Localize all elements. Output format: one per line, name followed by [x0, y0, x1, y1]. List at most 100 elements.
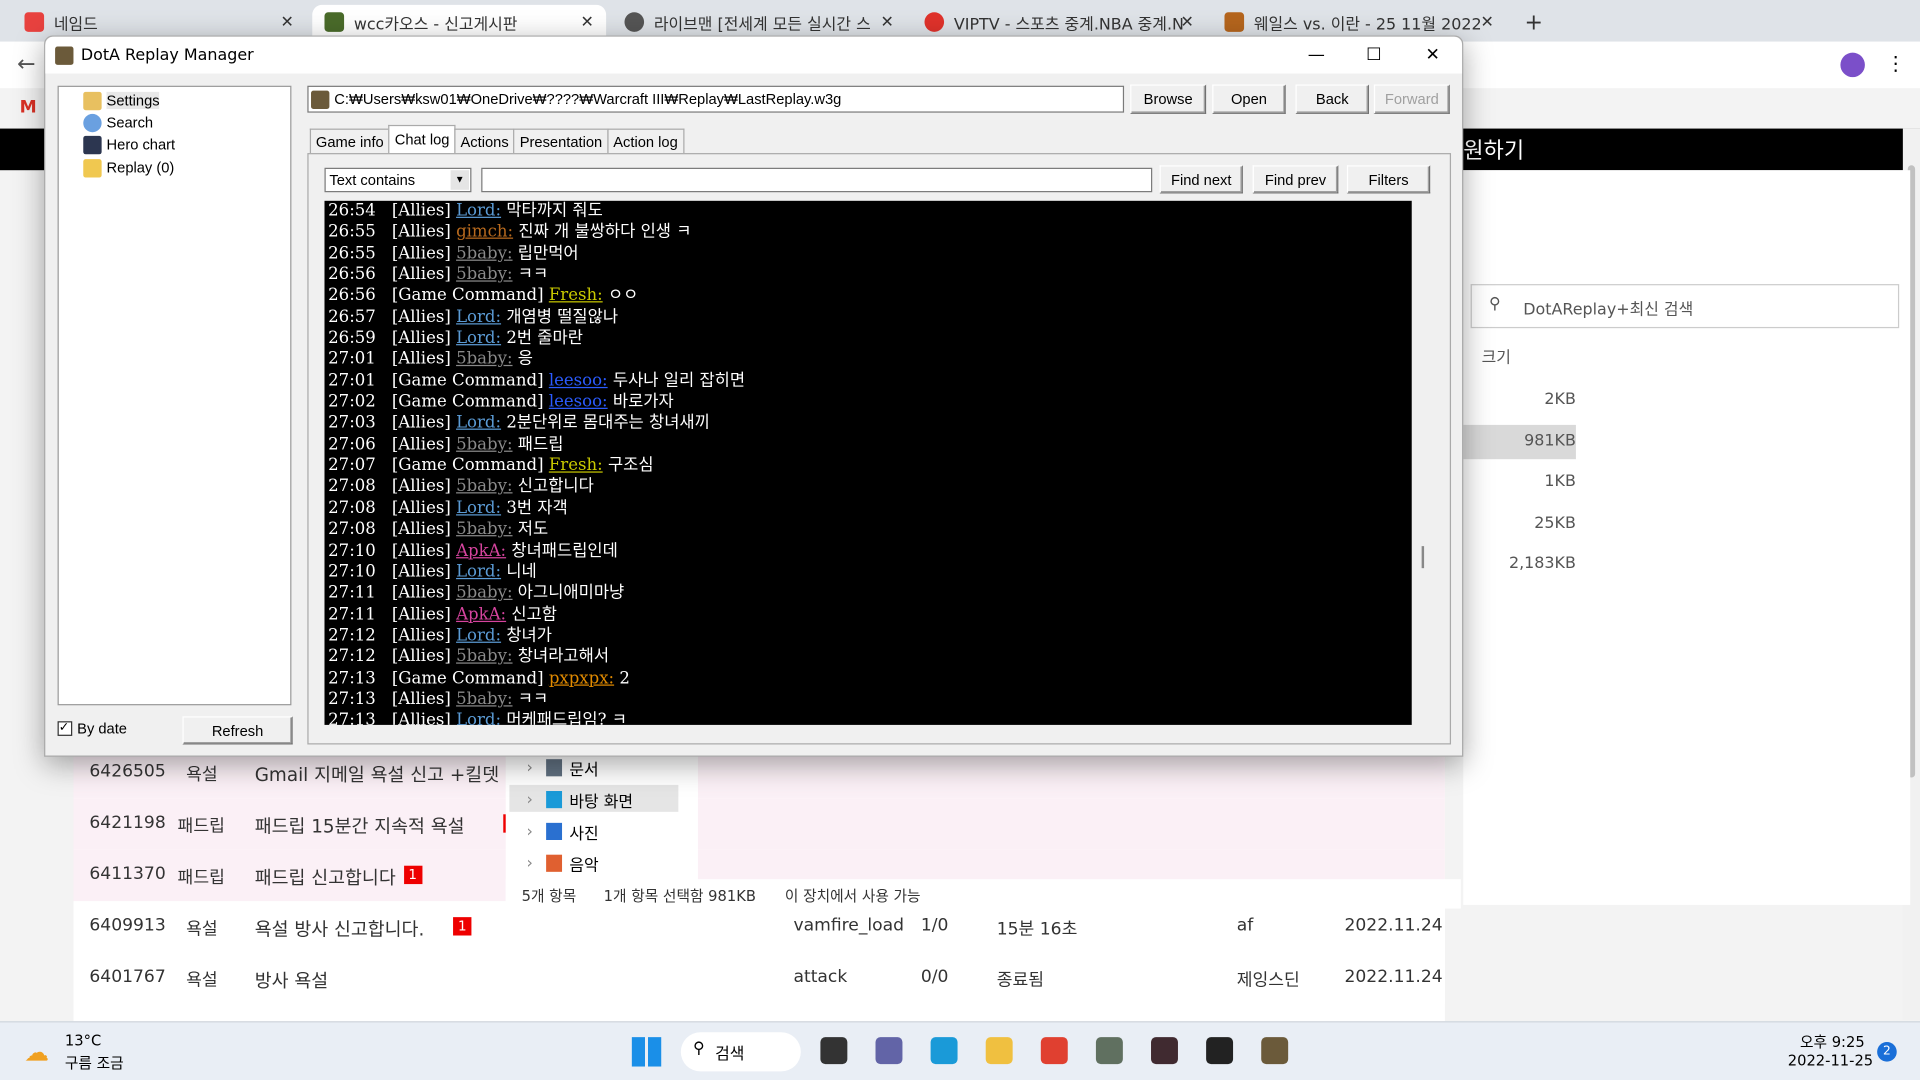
- folder-item[interactable]: › 음악: [509, 849, 678, 876]
- back-button[interactable]: Back: [1295, 84, 1369, 114]
- close-tab-icon[interactable]: ✕: [281, 13, 294, 31]
- file-explorer-icon[interactable]: [985, 1037, 1013, 1065]
- browser-tab[interactable]: VIPTV - 스포츠 중계.NBA 중계.N ✕: [912, 5, 1206, 39]
- chat-search-input[interactable]: [481, 167, 1153, 193]
- chat-scrollbar[interactable]: [1411, 200, 1433, 725]
- browse-button[interactable]: Browse: [1130, 84, 1207, 114]
- filter-mode-select[interactable]: Text contains ▼: [324, 167, 472, 193]
- report-title[interactable]: Gmail 지메일 욕설 신고 +킬뎃 참: [255, 762, 522, 788]
- player-name[interactable]: 5baby:: [456, 434, 512, 454]
- start-button[interactable]: [631, 1037, 662, 1067]
- browser-tab[interactable]: wcc카오스 - 신고게시판 ✕: [312, 4, 607, 40]
- chat-message: 창녀라고해서: [517, 646, 610, 667]
- report-row[interactable]: 6409913 욕설 욕설 방사 신고합니다. 1 vamfire_load 1/0 15분…: [73, 901, 1445, 953]
- search-input[interactable]: ⚲ DotAReplay+최신 검색: [1470, 284, 1900, 329]
- forward-button[interactable]: Forward: [1373, 84, 1450, 114]
- report-row[interactable]: 6401767 욕설 방사 욕설 attack 0/0 종료됨 제잉스딘 2022.11.24: [73, 952, 1445, 1005]
- tab-chat-log[interactable]: Chat log: [388, 124, 456, 154]
- size-column-header[interactable]: 크기: [1482, 344, 1511, 367]
- player-name[interactable]: Lord:: [456, 307, 501, 327]
- gmail-icon[interactable]: M: [20, 98, 37, 118]
- file-size[interactable]: 2,183KB: [1463, 548, 1576, 582]
- player-name[interactable]: Lord:: [456, 562, 501, 582]
- warcraft-icon[interactable]: [1151, 1037, 1178, 1065]
- file-manager-icon[interactable]: [820, 1037, 848, 1065]
- wing-icon[interactable]: [1206, 1037, 1234, 1065]
- report-title[interactable]: 욕설 방사 신고합니다.: [255, 916, 425, 942]
- player-name[interactable]: Lord:: [456, 711, 501, 725]
- player-name[interactable]: Fresh:: [549, 286, 603, 306]
- close-tab-icon[interactable]: ✕: [1481, 13, 1494, 31]
- clock-time[interactable]: 오후 9:25: [1800, 1031, 1865, 1052]
- folder-item[interactable]: › 문서: [509, 753, 678, 780]
- file-size[interactable]: 25KB: [1463, 507, 1576, 541]
- teams-icon[interactable]: [875, 1037, 903, 1065]
- file-size[interactable]: 981KB: [1463, 424, 1576, 459]
- chrome-icon[interactable]: [1040, 1037, 1068, 1065]
- player-name[interactable]: 5baby:: [456, 519, 512, 539]
- player-name[interactable]: Lord:: [456, 413, 501, 433]
- chat-log[interactable]: 26:54 [Allies] Lord: 막타까지 줘도 26:55 [Allies]…: [324, 200, 1412, 725]
- tab-action-log[interactable]: Action log: [607, 128, 684, 154]
- tree-item-search[interactable]: Search: [83, 111, 153, 133]
- find-prev-button[interactable]: Find prev: [1252, 165, 1339, 194]
- browser-tab[interactable]: 웨일스 vs. 이란 - 25 11월 2022 ✕: [1212, 5, 1506, 39]
- desktop-icon[interactable]: [930, 1037, 958, 1065]
- filters-button[interactable]: Filters: [1346, 165, 1431, 194]
- find-next-button[interactable]: Find next: [1159, 165, 1243, 194]
- report-title[interactable]: 패드립 신고합니다: [255, 864, 396, 890]
- tab-game-info[interactable]: Game info: [309, 128, 390, 154]
- minimize-button[interactable]: —: [1288, 37, 1344, 74]
- folder-item[interactable]: › 바탕 화면: [509, 784, 679, 812]
- player-name[interactable]: Fresh:: [549, 456, 603, 476]
- folder-item[interactable]: › 사진: [509, 817, 678, 844]
- player-name[interactable]: ApkA:: [456, 541, 506, 561]
- player-name[interactable]: ApkA:: [456, 604, 506, 624]
- player-name[interactable]: 5baby:: [456, 477, 512, 497]
- report-title[interactable]: 패드립 15분간 지속적 욕설: [255, 813, 465, 839]
- taskbar-search[interactable]: ⚲ 검색: [680, 1032, 801, 1072]
- dota-replay-manager-icon[interactable]: [1261, 1037, 1289, 1065]
- player-name[interactable]: 5baby:: [456, 689, 512, 709]
- player-name[interactable]: Lord:: [456, 201, 501, 221]
- close-tab-icon[interactable]: ✕: [1181, 13, 1194, 31]
- close-tab-icon[interactable]: ✕: [881, 13, 894, 31]
- player-name[interactable]: pxpxpx:: [549, 668, 614, 688]
- browser-tab[interactable]: 네임드 ✕: [12, 5, 306, 39]
- player-name[interactable]: 5baby:: [456, 349, 512, 369]
- tree-item-hero-chart[interactable]: Hero chart: [83, 133, 175, 155]
- notification-badge[interactable]: 2: [1877, 1042, 1897, 1062]
- player-name[interactable]: 5baby:: [456, 243, 512, 263]
- player-name[interactable]: Lord:: [456, 328, 501, 348]
- clock-date[interactable]: 2022-11-25: [1788, 1052, 1873, 1069]
- file-size[interactable]: 2KB: [1463, 383, 1575, 417]
- report-row[interactable]: 6421198패드립패드립 15분간 지속적 욕설5: [73, 798, 1445, 850]
- new-tab-button[interactable]: +: [1512, 5, 1555, 39]
- player-name[interactable]: 5baby:: [456, 265, 512, 285]
- tab-actions[interactable]: Actions: [454, 128, 515, 154]
- refresh-button[interactable]: Refresh: [182, 716, 293, 745]
- by-date-checkbox[interactable]: ✓ By date: [57, 720, 127, 737]
- player-name[interactable]: gimch:: [456, 222, 513, 242]
- tab-presentation[interactable]: Presentation: [513, 128, 609, 154]
- app-icon[interactable]: [1095, 1037, 1123, 1065]
- player-name[interactable]: leesoo:: [549, 371, 608, 391]
- player-name[interactable]: Lord:: [456, 498, 501, 518]
- tree-item-settings[interactable]: Settings: [83, 89, 160, 111]
- player-name[interactable]: Lord:: [456, 626, 501, 646]
- tree-item-replay[interactable]: Replay (0): [83, 157, 174, 179]
- close-button[interactable]: ✕: [1404, 37, 1460, 74]
- profile-avatar[interactable]: [1840, 52, 1865, 78]
- replay-path-field[interactable]: C:₩Users₩ksw01₩OneDrive₩????₩Warcraft II…: [307, 85, 1125, 113]
- file-size[interactable]: 1KB: [1463, 466, 1575, 500]
- report-title[interactable]: 방사 욕설: [255, 967, 328, 993]
- close-tab-icon[interactable]: ✕: [581, 13, 594, 31]
- maximize-button[interactable]: ☐: [1346, 37, 1402, 74]
- menu-icon[interactable]: ⋮: [1886, 51, 1906, 74]
- browser-tab[interactable]: 라이브맨 [전세계 모든 실시간 스 ✕: [612, 5, 906, 39]
- open-button[interactable]: Open: [1212, 84, 1286, 114]
- player-name[interactable]: leesoo:: [549, 392, 608, 412]
- back-icon[interactable]: ←: [17, 51, 35, 77]
- player-name[interactable]: 5baby:: [456, 583, 512, 603]
- player-name[interactable]: 5baby:: [456, 647, 512, 667]
